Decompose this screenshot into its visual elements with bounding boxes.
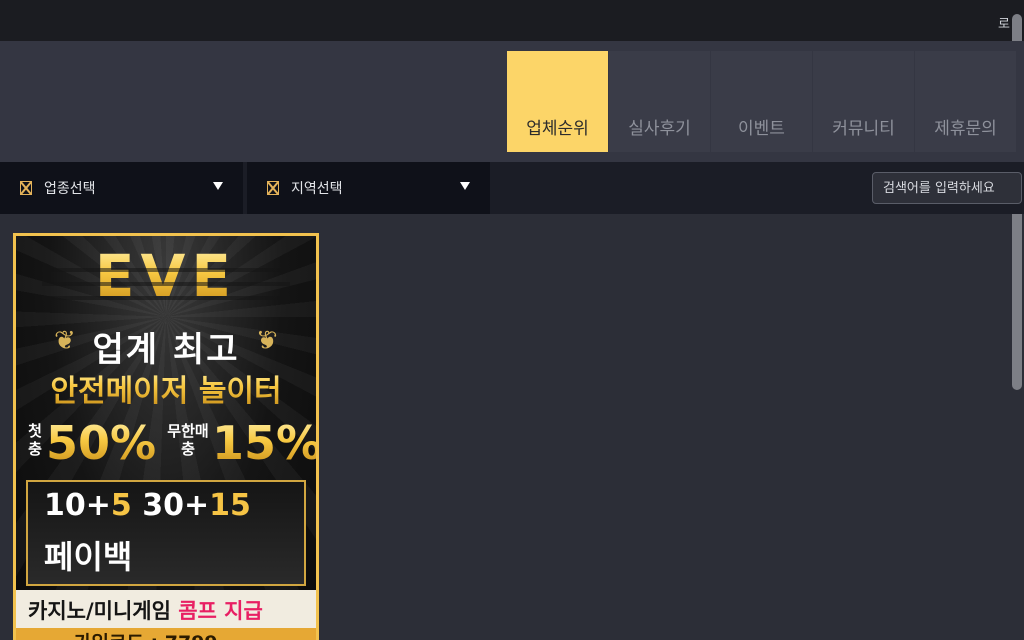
category-select-label: 업종선택 <box>44 181 96 197</box>
payback-b-hl: 15 <box>209 488 251 523</box>
site-header: 업체순위 실사후기 이벤트 커뮤니티 제휴문의 <box>0 41 1024 162</box>
region-select[interactable]: 지역선택 <box>247 162 490 214</box>
unlimited-value: 15% <box>212 416 316 470</box>
promo-row: 첫충 50% 무한매충 15% <box>16 416 316 474</box>
search-input[interactable] <box>872 172 1022 204</box>
filter-bar: 업종선택 지역선택 <box>0 162 1024 214</box>
banner-background: EVE ❦ ❦ 업계 최고 안전메이저 놀이터 첫충 50% 무한매충 15% … <box>16 236 316 640</box>
category-select[interactable]: 업종선택 <box>0 162 243 214</box>
payback-a: 10+ <box>44 488 111 523</box>
first-charge-value: 50% <box>46 416 157 470</box>
payback-a-hl: 5 <box>110 488 132 523</box>
main-nav: 업체순위 실사후기 이벤트 커뮤니티 제휴문의 <box>507 51 1017 152</box>
tab-company-ranking[interactable]: 업체순위 <box>507 51 608 152</box>
casino-text: 카지노/미니게임 콤프 지급 <box>28 595 263 625</box>
first-charge-label: 첫충 <box>28 422 42 458</box>
logo-stripes <box>42 258 290 308</box>
join-code-text: 가입코드 : 7799 <box>74 628 218 640</box>
category-checkbox-icon <box>20 181 32 195</box>
login-link[interactable]: 로 <box>998 13 1010 32</box>
casino-bar: 카지노/미니게임 콤프 지급 <box>16 590 316 628</box>
unlimited-label: 무한매충 <box>167 422 209 458</box>
payback-label: 페이백 <box>44 538 133 576</box>
dropdown-arrow-icon <box>213 182 223 190</box>
banner-headline: 업계 최고 <box>92 330 240 370</box>
comp-label: 콤프 지급 <box>178 599 263 623</box>
top-bar: 로 <box>0 0 1024 41</box>
banner-subheadline: 안전메이저 놀이터 <box>16 366 316 410</box>
tab-community[interactable]: 커뮤니티 <box>813 51 914 152</box>
payback-box: 10+5 30+15 페이백 <box>26 480 306 586</box>
code-bar: 가입코드 : 7799 <box>16 628 316 640</box>
payback-b: 30+ <box>131 488 210 523</box>
casino-label: 카지노/미니게임 <box>28 599 171 623</box>
tab-partnership[interactable]: 제휴문의 <box>915 51 1016 152</box>
ad-banner[interactable]: EVE ❦ ❦ 업계 최고 안전메이저 놀이터 첫충 50% 무한매충 15% … <box>13 233 319 640</box>
dropdown-arrow-icon <box>460 182 470 190</box>
region-select-label: 지역선택 <box>291 181 343 197</box>
payback-rates: 10+5 30+15 <box>44 488 251 523</box>
tab-real-reviews[interactable]: 실사후기 <box>609 51 710 152</box>
tab-events[interactable]: 이벤트 <box>711 51 812 152</box>
region-checkbox-icon <box>267 181 279 195</box>
